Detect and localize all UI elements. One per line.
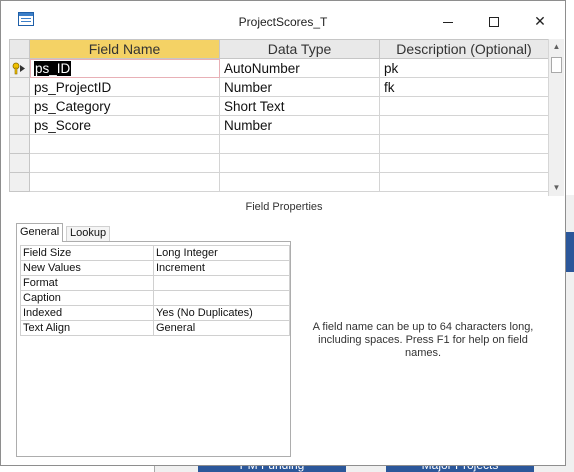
- close-icon: ✕: [534, 13, 546, 29]
- minimize-icon: [443, 21, 453, 23]
- vertical-scrollbar[interactable]: ▲ ▼: [548, 39, 564, 196]
- table-row: [9, 134, 549, 154]
- data-type-cell[interactable]: [219, 172, 380, 192]
- property-name: Text Align: [20, 320, 154, 336]
- field-name-cell[interactable]: [29, 172, 220, 192]
- data-type-cell[interactable]: Short Text: [219, 96, 380, 116]
- general-properties-panel: Field Size Long Integer New Values Incre…: [16, 241, 291, 457]
- primary-key-icon: [12, 62, 25, 75]
- field-name-cell[interactable]: ps_Category: [29, 96, 220, 116]
- property-row: Caption: [20, 290, 290, 306]
- row-selector[interactable]: [9, 153, 30, 173]
- field-properties-label: Field Properties: [245, 201, 323, 213]
- property-value[interactable]: Long Integer: [153, 245, 290, 261]
- data-type-cell[interactable]: Number: [219, 77, 380, 97]
- property-row: Format: [20, 275, 290, 291]
- property-row: Field Size Long Integer: [20, 245, 290, 261]
- description-cell[interactable]: [379, 134, 549, 154]
- property-row: New Values Increment: [20, 260, 290, 276]
- data-type-cell[interactable]: [219, 134, 380, 154]
- property-name: Caption: [20, 290, 154, 306]
- column-header-data-type[interactable]: Data Type: [219, 39, 380, 59]
- column-header-description[interactable]: Description (Optional): [379, 39, 549, 59]
- property-name: New Values: [20, 260, 154, 276]
- design-grid: Field Name Data Type Description (Option…: [9, 39, 564, 197]
- description-cell[interactable]: [379, 172, 549, 192]
- tab-general[interactable]: General: [16, 223, 64, 242]
- row-selector[interactable]: [9, 115, 30, 135]
- row-selector[interactable]: [9, 172, 30, 192]
- field-name-cell[interactable]: [29, 134, 220, 154]
- property-name: Format: [20, 275, 154, 291]
- description-cell[interactable]: [379, 153, 549, 173]
- scrollbar-thumb[interactable]: [551, 57, 562, 73]
- row-selector[interactable]: [9, 77, 30, 97]
- fields-table: Field Name Data Type Description (Option…: [9, 39, 549, 192]
- scroll-up-icon[interactable]: ▲: [549, 39, 564, 55]
- help-text: A field name can be up to 64 characters …: [312, 321, 534, 359]
- table-row: ps_Category Short Text: [9, 96, 549, 116]
- maximize-icon: [489, 17, 499, 28]
- description-cell[interactable]: [379, 115, 549, 135]
- table-row: ps_Score Number: [9, 115, 549, 135]
- field-name-cell[interactable]: ps_ProjectID: [29, 77, 220, 97]
- property-row: Text Align General: [20, 320, 290, 336]
- property-value[interactable]: Yes (No Duplicates): [153, 305, 290, 321]
- property-name: Field Size: [20, 245, 154, 261]
- properties-table: Field Size Long Integer New Values Incre…: [20, 245, 290, 336]
- row-selector[interactable]: [9, 58, 30, 78]
- maximize-button[interactable]: [471, 7, 517, 35]
- close-button[interactable]: ✕: [517, 7, 563, 35]
- field-name-cell[interactable]: ps_Score: [29, 115, 220, 135]
- row-selector[interactable]: [9, 96, 30, 116]
- property-value[interactable]: [153, 275, 290, 291]
- tab-lookup[interactable]: Lookup: [66, 226, 111, 241]
- minimize-button[interactable]: [425, 7, 471, 35]
- data-type-cell[interactable]: [219, 153, 380, 173]
- field-name-cell[interactable]: ps_ID: [29, 58, 220, 78]
- table-design-window: ProjectScores_T ✕ Field Name Data Type D…: [0, 0, 566, 466]
- table-row: [9, 153, 549, 173]
- table-row: ps_ID AutoNumber pk: [9, 58, 549, 78]
- select-all-corner[interactable]: [9, 39, 30, 59]
- property-value[interactable]: [153, 290, 290, 306]
- title-bar[interactable]: ProjectScores_T ✕: [1, 1, 565, 37]
- column-header-field-name[interactable]: Field Name: [29, 39, 220, 59]
- description-cell[interactable]: pk: [379, 58, 549, 78]
- data-type-cell[interactable]: Number: [219, 115, 380, 135]
- header-row: Field Name Data Type Description (Option…: [9, 39, 549, 59]
- property-value[interactable]: General: [153, 320, 290, 336]
- data-type-cell[interactable]: AutoNumber: [219, 58, 380, 78]
- scroll-down-icon[interactable]: ▼: [549, 180, 564, 196]
- property-name: Indexed: [20, 305, 154, 321]
- property-value[interactable]: Increment: [153, 260, 290, 276]
- property-row: Indexed Yes (No Duplicates): [20, 305, 290, 321]
- background-app-strip: [566, 232, 574, 272]
- table-row: [9, 172, 549, 192]
- description-cell[interactable]: fk: [379, 77, 549, 97]
- description-cell[interactable]: [379, 96, 549, 116]
- field-name-cell[interactable]: [29, 153, 220, 173]
- table-row: ps_ProjectID Number fk: [9, 77, 549, 97]
- row-selector[interactable]: [9, 134, 30, 154]
